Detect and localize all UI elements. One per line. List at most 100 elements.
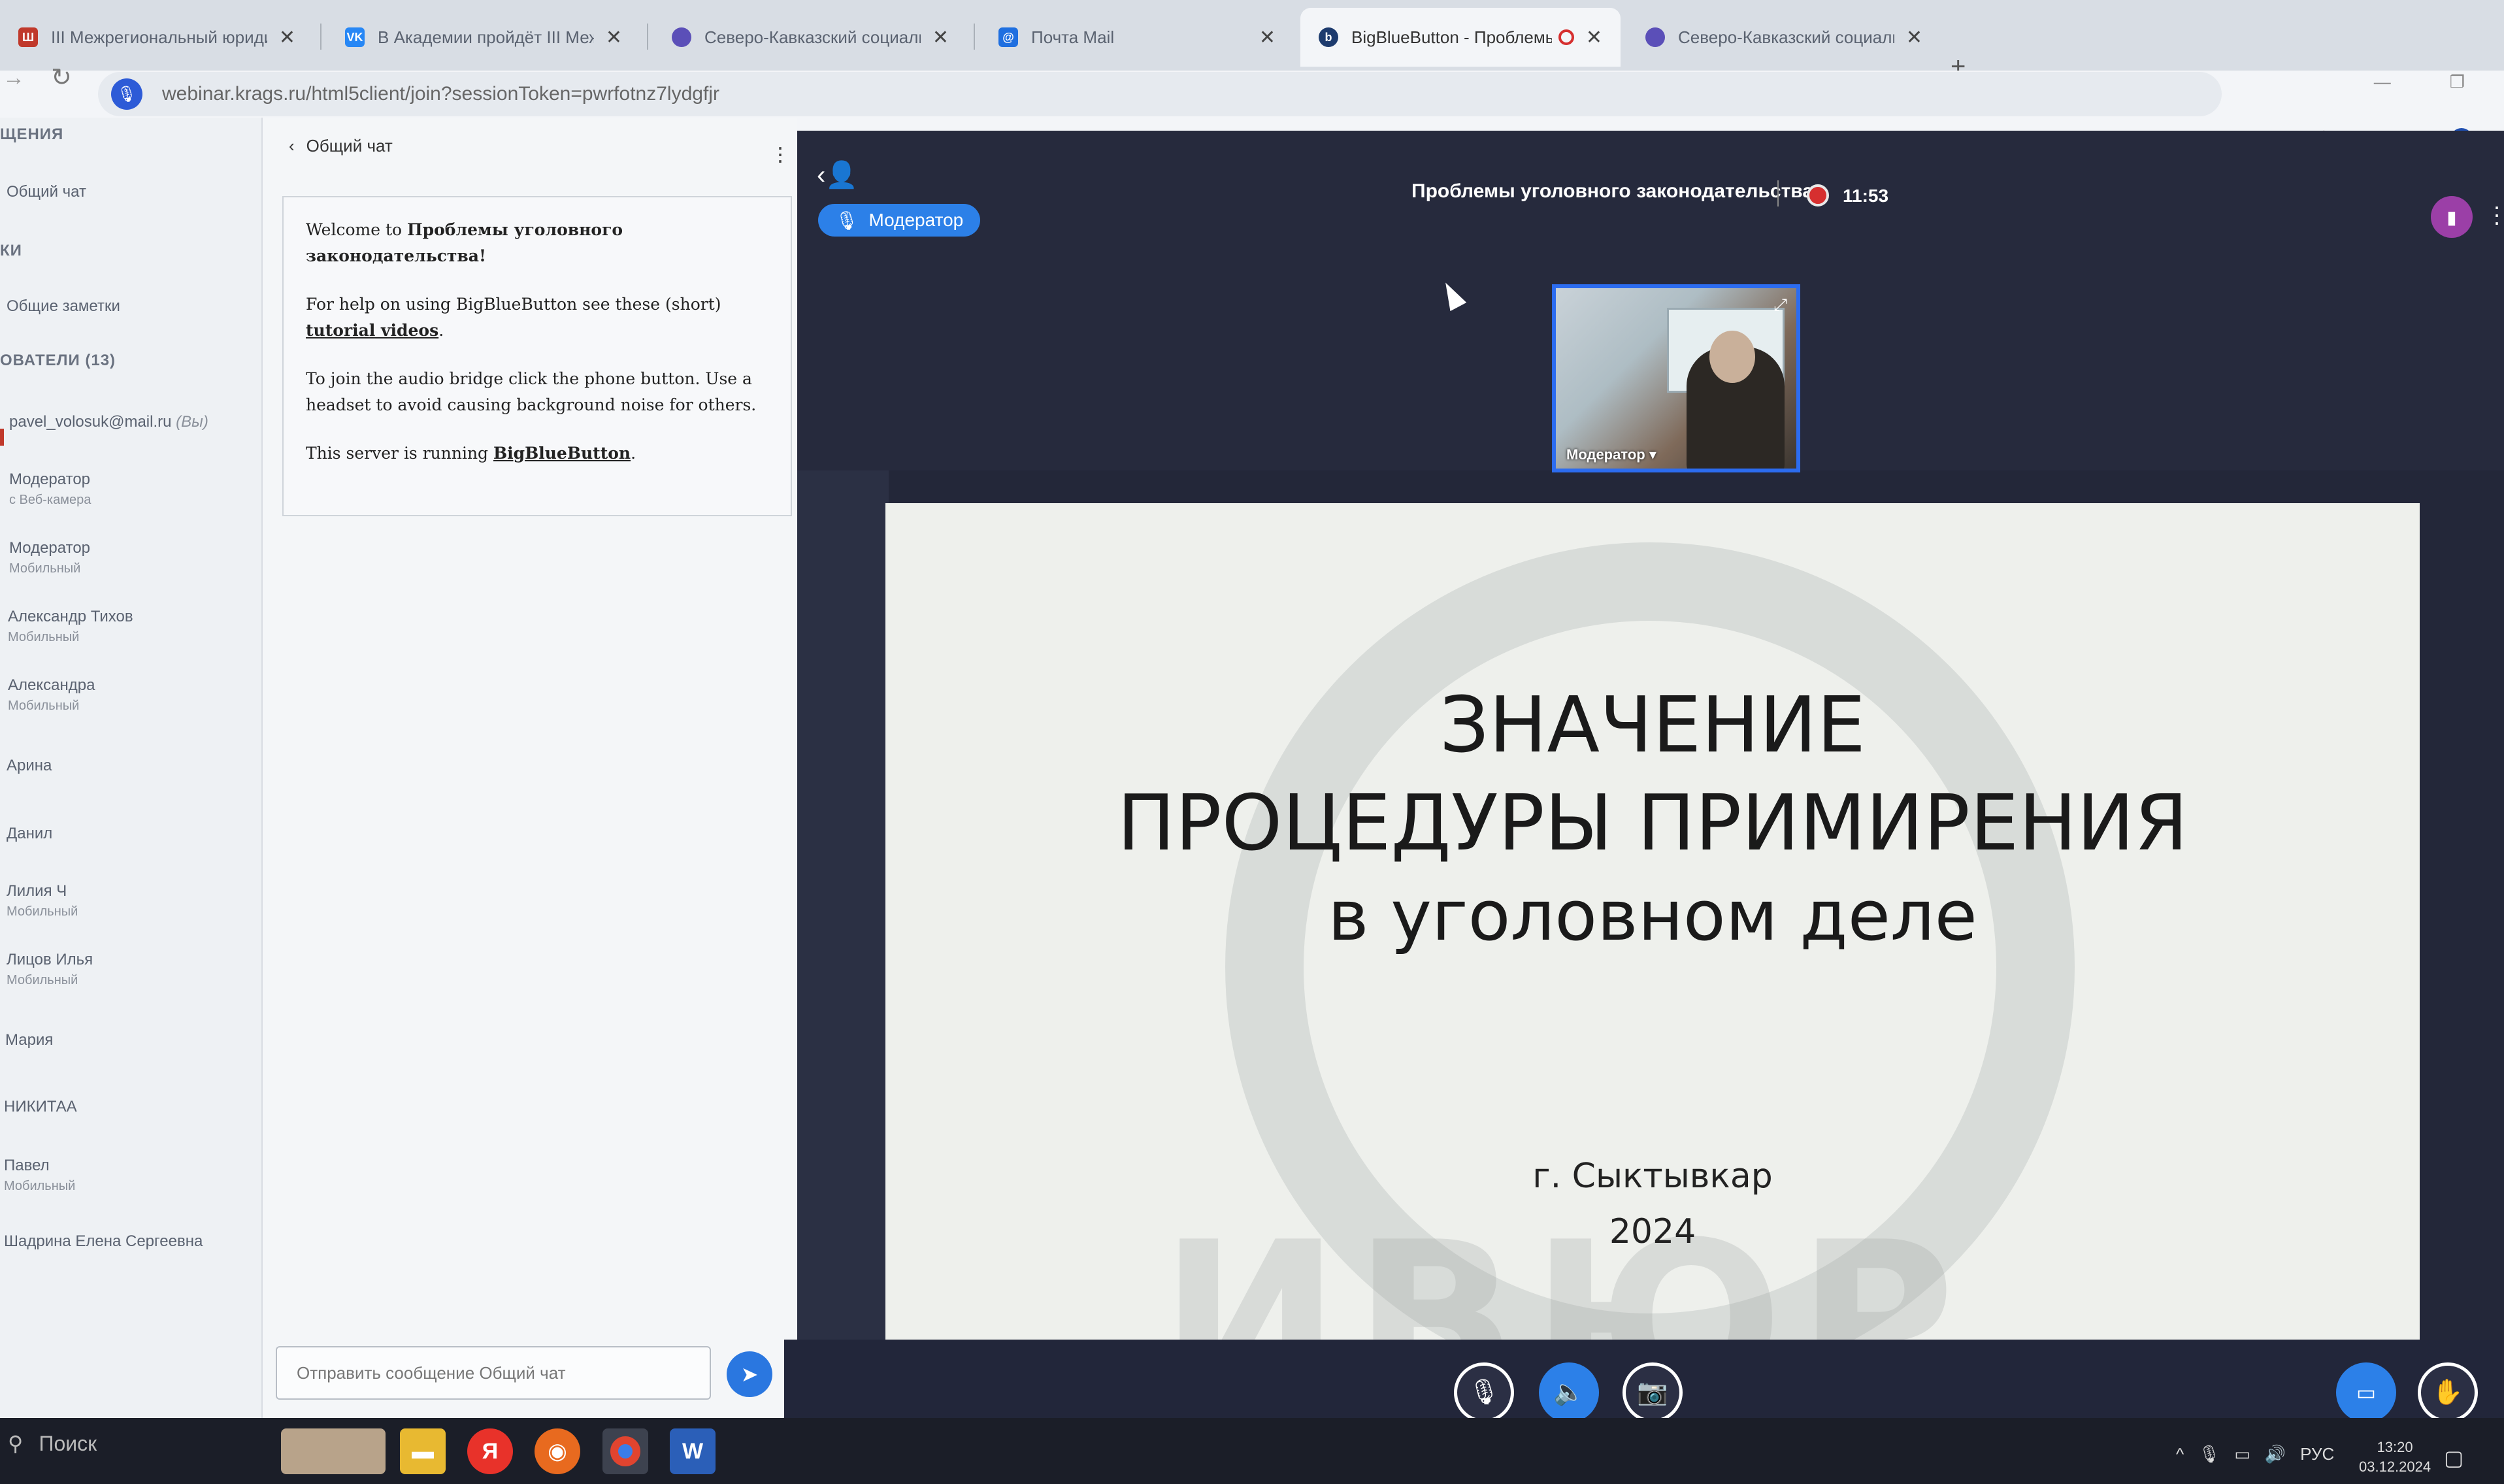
chevron-left-icon[interactable]: ‹ [289,136,295,156]
chat-title: Общий чат [306,136,393,156]
yandex-browser-icon[interactable]: Я [467,1428,513,1474]
user-name: Шадрина Елена Сергеевна [4,1232,203,1250]
chevron-up-icon[interactable]: ^ [2176,1444,2184,1464]
webcam-video-tile[interactable]: ⤢ Модератор ▾ [1552,284,1800,472]
user-name: Лицов Илья [7,951,93,968]
user-status: Мобильный [8,699,80,713]
webcam-button[interactable]: 📷 [1623,1362,1683,1423]
raise-hand-button[interactable]: ✋ [2418,1362,2478,1423]
notifications-icon[interactable]: ▢ [2444,1445,2463,1470]
camera-off-icon: 📷 [1637,1379,1668,1406]
public-chat-item[interactable]: Общий чат [7,183,86,201]
user-item[interactable]: НИКИТАА [4,1098,77,1116]
taskbar-clock[interactable]: 13:20 03.12.2024 [2359,1438,2431,1477]
user-item[interactable]: Мария [5,1031,53,1049]
tab-title: III Межрегиональный юриди... [51,27,267,47]
welcome-suffix: ! [479,246,486,265]
browser-tab-strip: Ш III Межрегиональный юриди... ✕ VK В Ак… [0,0,2504,81]
minimize-icon[interactable]: — [2374,72,2391,92]
section-messages-heading: ЩЕНИЯ [0,125,64,143]
user-item[interactable]: Александра Мобильный [8,676,95,714]
recording-indicator-icon[interactable] [1807,184,1829,206]
microphone-tray-icon[interactable]: 🎙 [2198,1444,2220,1464]
fullscreen-icon[interactable]: ⤢ [1773,295,1787,316]
reload-icon[interactable]: ↻ [51,63,72,92]
user-item[interactable]: Шадрина Елена Сергеевна [4,1232,203,1251]
volume-icon[interactable]: 🔊 [2265,1444,2286,1464]
user-item[interactable]: Данил [7,825,52,843]
chat-options-icon[interactable]: · · · [776,135,784,172]
chat-header[interactable]: ‹ Общий чат [289,136,393,156]
recording-icon [1558,29,1574,45]
user-item[interactable]: Павел Мобильный [4,1157,75,1194]
file-explorer-icon[interactable]: ▬ [400,1428,446,1474]
close-tab-icon[interactable]: ✕ [279,26,295,49]
user-item[interactable]: pavel_volosuk@mail.ru (Вы) [9,413,208,431]
taskbar-news-widget[interactable] [281,1428,386,1474]
shared-notes-item[interactable]: Общие заметки [7,297,120,316]
close-tab-icon[interactable]: ✕ [1906,26,1922,49]
send-message-button[interactable]: ➤ [727,1351,772,1397]
moderator-badge[interactable]: 🎙 Модератор [818,204,981,237]
chat-message-input[interactable]: Отправить сообщение Общий чат [276,1346,711,1400]
browser-tab-3[interactable]: Северо-Кавказский социальн... ✕ [653,8,967,67]
close-tab-icon[interactable]: ✕ [606,26,622,49]
audio-button[interactable]: 🔈 [1539,1362,1599,1423]
user-name: Павел [4,1157,50,1174]
slide-city: г. Сыктывкар [1532,1157,1773,1196]
user-name: Модератор [9,470,91,488]
browser-tab-1[interactable]: Ш III Межрегиональный юриди... ✕ [0,8,314,67]
site-info-icon[interactable]: 🎙 [111,78,142,110]
globe-icon [672,27,691,47]
tutorial-videos-link[interactable]: tutorial videos [306,321,438,340]
network-icon[interactable]: ▭ [2234,1444,2250,1464]
browser-tab-4[interactable]: @ Почта Mail ✕ [980,8,1294,67]
screen: Ш III Межрегиональный юриди... ✕ VK В Ак… [0,0,2504,1484]
clock-date: 03.12.2024 [2359,1459,2431,1475]
word-icon[interactable]: W [670,1428,716,1474]
browser-tab-6[interactable]: Северо-Кавказский социальн... ✕ [1627,8,1941,67]
browser-tab-5-active[interactable]: b BigBlueButton - Проблемы... ✕ [1300,8,1621,67]
site-favicon-icon: Ш [18,27,38,47]
microphone-icon: 🎙 [835,210,859,231]
user-item[interactable]: Арина [7,757,52,775]
audio-help-line: To join the audio bridge click the phone… [306,369,757,414]
user-status: Мобильный [4,1179,76,1193]
input-language[interactable]: РУС [2300,1444,2334,1464]
close-tab-icon[interactable]: ✕ [1259,26,1276,49]
self-indicator [0,429,4,446]
chrome-icon[interactable] [602,1428,648,1474]
mute-microphone-button[interactable]: 🎙 [1454,1362,1514,1423]
help-suffix: . [438,321,444,340]
address-bar[interactable]: 🎙 webinar.krags.ru/html5client/join?sess… [98,72,2222,116]
restore-icon[interactable]: ❐ [2450,72,2465,92]
user-status: Мобильный [7,904,78,919]
close-tab-icon[interactable]: ✕ [932,26,949,49]
options-menu-icon[interactable]: · · · [2493,195,2501,234]
user-you-marker: (Вы) [176,413,208,431]
toggle-userlist-icon[interactable]: ‹👤 [817,159,858,190]
connection-status-icon[interactable]: ▮ [2431,196,2473,238]
tab-separator [647,24,648,50]
user-item[interactable]: Александр Тихов Мобильный [8,608,133,645]
presentation-slide[interactable]: ИВЮР ЗНАЧЕНИЕ ПРОЦЕДУРЫ ПРИМИРЕНИЯ в уго… [885,503,2420,1340]
browser-tab-2[interactable]: VK В Академии пройдёт III Межр... ✕ [327,8,640,67]
bigbluebutton-link[interactable]: BigBlueButton [493,444,631,463]
user-item[interactable]: Лилия Ч Мобильный [7,882,78,919]
forward-icon[interactable]: → [3,65,25,91]
webcam-user-label[interactable]: Модератор ▾ [1566,446,1656,463]
taskbar-search-label: Поиск [39,1431,97,1455]
screen-share-button[interactable]: ▭ [2336,1362,2396,1423]
welcome-line: Welcome to Проблемы уголовного законодат… [306,217,768,269]
close-tab-icon[interactable]: ✕ [1586,26,1602,49]
user-item[interactable]: Модератор с Веб-камера [9,470,91,508]
firefox-icon[interactable]: ◉ [535,1428,580,1474]
search-icon: ⚲ [8,1432,24,1455]
user-item[interactable]: Лицов Илья Мобильный [7,951,93,988]
user-name: pavel_volosuk@mail.ru [9,413,172,431]
video-person-head [1709,331,1755,383]
user-item[interactable]: Модератор Мобильный [9,539,90,576]
user-name: НИКИТАА [4,1098,77,1115]
welcome-message: Welcome to Проблемы уголовного законодат… [282,196,792,516]
taskbar-search[interactable]: ⚲ Поиск [8,1431,97,1456]
